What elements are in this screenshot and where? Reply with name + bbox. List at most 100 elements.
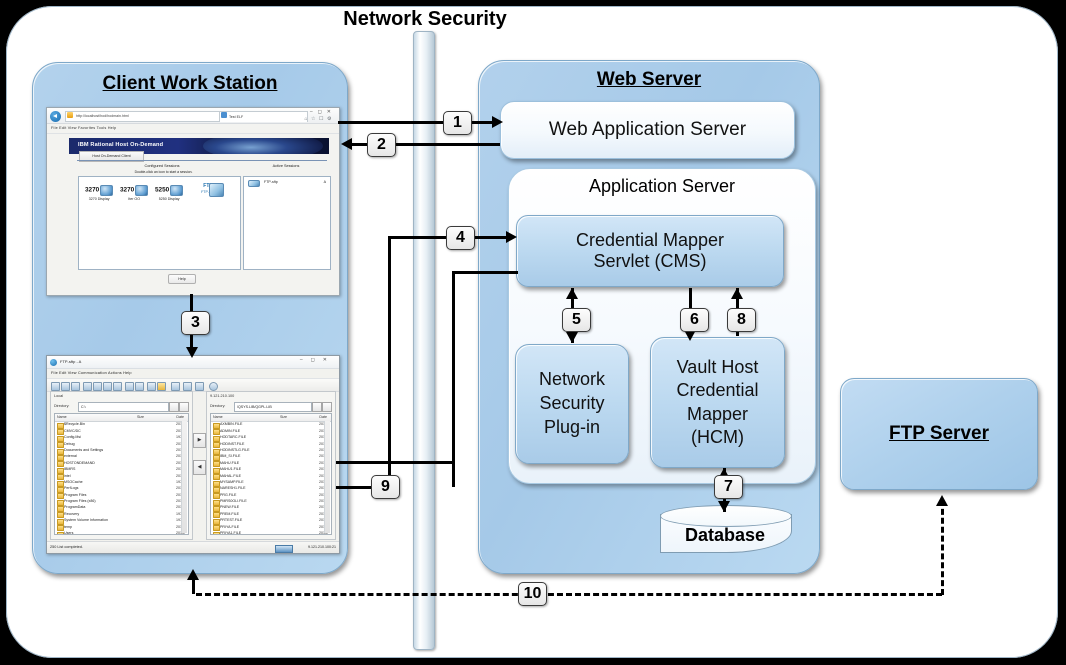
active-sessions-pane[interactable]: FTP-sftp A <box>243 176 331 270</box>
transfer-left-button[interactable]: ◀ <box>193 460 206 475</box>
local-directory-input[interactable]: C:\ <box>78 402 169 412</box>
connector-10-dashed-vertical <box>941 500 944 595</box>
ftp-window-controls[interactable]: –◻✕ <box>300 357 335 363</box>
local-pane[interactable]: Local Directory: C:\ Name Size Date $Rec… <box>50 391 193 540</box>
diagram-title: Network Security <box>343 8 507 30</box>
network-security-plugin-box[interactable]: Network Security Plug-in <box>515 344 629 464</box>
globe-graphic <box>203 138 323 154</box>
step-marker-10: 10 <box>518 582 547 606</box>
credential-mapper-servlet-box[interactable]: Credential Mapper Servlet (CMS) <box>516 215 784 287</box>
active-session-icon <box>248 180 260 187</box>
browser-menu-bar[interactable]: File Edit View Favorites Tools Help <box>47 124 339 134</box>
step-marker-2: 2 <box>367 133 396 157</box>
ftp-status-bar: 250 List completed. 9.121.210.100:21 <box>47 541 339 553</box>
browser-toolbar-icons[interactable]: ⌂☆☐⚙ <box>305 116 335 122</box>
address-bar[interactable]: http://localhost/hod/hodmain.html <box>65 111 227 122</box>
remote-column-headers[interactable]: Name Size Date <box>211 414 331 422</box>
configured-sessions-pane[interactable]: 3270 3270 Display 3270 Iter OO 5250 5250… <box>78 176 241 270</box>
file-name: System Volume Information <box>64 518 108 523</box>
remote-dir-refresh-button[interactable] <box>322 402 332 412</box>
transfer-right-button[interactable]: ▶ <box>193 433 206 448</box>
file-name: NARESH1.FILE <box>220 486 246 491</box>
browser-tab[interactable]: Test ELF <box>219 110 308 122</box>
remote-file-list[interactable]: Name Size Date AXMBIN.FILE2014/ADMIN.FIL… <box>210 413 332 535</box>
session-item[interactable]: 3270 Iter OO <box>120 185 149 201</box>
web-application-server-box[interactable]: Web Application Server <box>500 101 795 159</box>
browser-window[interactable]: http://localhost/hod/hodmain.html Test E… <box>46 107 340 296</box>
active-sessions-header: Active Sessions <box>272 164 300 168</box>
remote-dir-up-button[interactable] <box>312 402 322 412</box>
connector-5-arrow-down <box>566 332 578 343</box>
file-name: PMRS0OLI.FILE <box>220 499 247 504</box>
column-name: Name <box>213 414 223 419</box>
step-marker-1: 1 <box>443 111 472 135</box>
step-marker-5: 5 <box>562 308 591 332</box>
nsp-label: Network Security Plug-in <box>539 368 605 439</box>
web-application-server-label: Web Application Server <box>548 119 747 140</box>
help-button[interactable]: Help <box>168 274 196 284</box>
nsp-line-2: Security <box>539 393 605 414</box>
file-row[interactable]: Users 2015/ <box>55 531 188 534</box>
connector-1-line <box>338 121 496 124</box>
local-directory-row[interactable]: Directory: C:\ <box>54 402 189 412</box>
file-row[interactable]: PRIYA1.FILE 2015/ <box>211 531 331 534</box>
terminal-icon <box>170 185 184 196</box>
local-column-headers[interactable]: Name Size Date <box>55 414 188 422</box>
connector-2-arrow <box>341 138 352 150</box>
remote-pane[interactable]: 9.121.210.100 Directory: /QSYS.LIB/QGPL.… <box>206 391 336 540</box>
ftp-session-icon <box>209 183 224 197</box>
connector-10-arrow-client <box>187 569 199 580</box>
file-name: ADMIN.FILE <box>220 428 241 433</box>
file-name: ProgramData <box>64 505 86 510</box>
vault-host-credential-mapper-box[interactable]: Vault Host Credential Mapper (HCM) <box>650 337 785 468</box>
ftp-menu-bar[interactable]: File Edit View Communication Actions Hel… <box>47 369 339 379</box>
connector-7-arrow-down <box>718 501 730 512</box>
remote-directory-row[interactable]: Directory: /QSYS.LIB/QGPL.LIB <box>210 402 332 412</box>
file-name: PerfLogs <box>64 486 79 491</box>
local-file-list[interactable]: Name Size Date $Recycle.Bin2015/CMVC/DC2… <box>54 413 189 535</box>
local-scrollbar[interactable] <box>181 421 187 533</box>
ftp-client-window[interactable]: FTP-sftp - A –◻✕ File Edit View Communic… <box>46 355 340 554</box>
remote-directory-input[interactable]: /QSYS.LIB/QGPL.LIB <box>234 402 312 412</box>
file-name: external <box>64 454 77 459</box>
step-marker-3: 3 <box>181 311 210 335</box>
connector-4-arrow <box>506 231 517 243</box>
session-item[interactable]: 3270 3270 Display <box>85 185 114 201</box>
terminal-icon <box>100 185 114 196</box>
column-size: Size <box>280 414 287 419</box>
window-controls[interactable]: –◻✕ <box>310 109 336 115</box>
column-size: Size <box>137 414 144 419</box>
file-name: $Recycle.Bin <box>64 422 85 427</box>
step-marker-4: 4 <box>446 226 475 250</box>
file-name: Documents and Settings <box>64 447 104 452</box>
back-icon[interactable] <box>50 110 61 122</box>
folder-icon <box>57 531 64 534</box>
client-work-station-title: Client Work Station <box>102 73 278 94</box>
folder-icon <box>213 531 220 534</box>
local-dir-up-button[interactable] <box>169 402 179 412</box>
local-dir-refresh-button[interactable] <box>179 402 189 412</box>
active-session-name: FTP-sftp <box>264 180 278 184</box>
file-name: MAHU.FILE <box>220 460 240 465</box>
file-name: IBMRS <box>64 467 76 472</box>
ftp-status-host: 9.121.210.100:21 <box>308 545 336 549</box>
file-name: Debug <box>64 441 75 446</box>
session-item[interactable]: 5250 5250 Display <box>155 185 184 201</box>
column-date: Date <box>176 414 184 419</box>
file-name: PRG.FILE <box>220 492 237 497</box>
connector-9-line-upper <box>336 461 452 464</box>
step-marker-7: 7 <box>714 475 743 499</box>
session-item-ftp[interactable]: FTP FTP-sftp <box>191 183 225 197</box>
connector-4-vertical <box>388 236 391 488</box>
database-cylinder[interactable]: Database <box>660 505 792 553</box>
configured-sessions-subtext: Double-click an icon to start a session. <box>134 170 193 174</box>
remote-scrollbar[interactable] <box>324 421 330 533</box>
browser-title-bar: http://localhost/hod/hodmain.html Test E… <box>47 108 339 124</box>
file-name: HOSTONDEMAND <box>64 460 95 465</box>
hod-banner-text: IBM Rational Host On-Demand <box>78 142 164 148</box>
file-name: Recovery <box>64 511 80 516</box>
ftp-window-title: FTP-sftp - A <box>60 358 82 364</box>
diagram-canvas: Network Security Client Work Station htt… <box>0 0 1066 665</box>
transfer-buttons[interactable]: ▶ ◀ <box>193 433 206 487</box>
ftp-server-panel[interactable]: FTP Server <box>840 378 1038 490</box>
